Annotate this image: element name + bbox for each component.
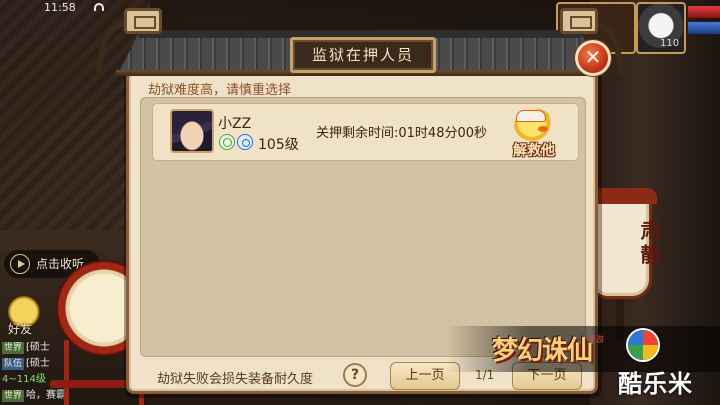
close-button[interactable]: ✕ xyxy=(575,40,611,76)
rescue-label: 解救他 xyxy=(513,143,555,159)
gender-male-icon xyxy=(237,134,253,150)
failure-hint: 劫狱失败会损失装备耐久度 xyxy=(157,372,314,387)
publisher-logo-icon xyxy=(628,330,658,360)
listen-label: 点击收听 xyxy=(36,257,85,271)
faction-badge-icon xyxy=(219,134,235,150)
status-bar: 11:58 xyxy=(0,0,140,16)
friend-label: 好友 xyxy=(8,322,33,336)
hp-bar xyxy=(688,6,720,18)
game-logo-sub: 手游 xyxy=(588,335,604,344)
pet-level: 110 xyxy=(660,38,680,49)
help-button[interactable]: ? xyxy=(343,363,367,387)
remaining-time: 关押剩余时间:01时48分00秒 xyxy=(316,126,488,141)
signboard-text: 肃静 xyxy=(637,220,661,268)
difficulty-hint: 劫狱难度高，请慎重选择 xyxy=(148,83,292,98)
prisoner-name: 小ZZ xyxy=(218,116,252,132)
wifi-icon xyxy=(94,3,104,11)
chat-channel-tag: 世界 xyxy=(2,390,25,402)
chat-text: 4~114级 xyxy=(2,374,46,385)
roof-ornament-right xyxy=(560,8,598,34)
chat-text: [硕士 xyxy=(26,358,50,369)
game-logo: 梦幻诛仙 xyxy=(492,336,593,366)
prisoner-avatar[interactable] xyxy=(170,109,214,153)
dialog-title: 监狱在押人员 xyxy=(290,37,436,73)
rescue-button[interactable]: 解救他 xyxy=(502,106,566,160)
roof-ornament-left xyxy=(124,8,162,34)
chat-channel-tag: 队伍 xyxy=(2,358,25,370)
prisoner-level: 105级 xyxy=(258,137,299,153)
chat-text: [硕士 xyxy=(26,342,50,353)
chat-channel-tag: 世界 xyxy=(2,342,25,354)
play-icon xyxy=(10,254,30,274)
mp-bar xyxy=(688,22,720,34)
status-time: 11:58 xyxy=(44,1,76,14)
rescue-chick-icon xyxy=(514,108,554,144)
watermark: 酷乐米 xyxy=(618,370,693,398)
